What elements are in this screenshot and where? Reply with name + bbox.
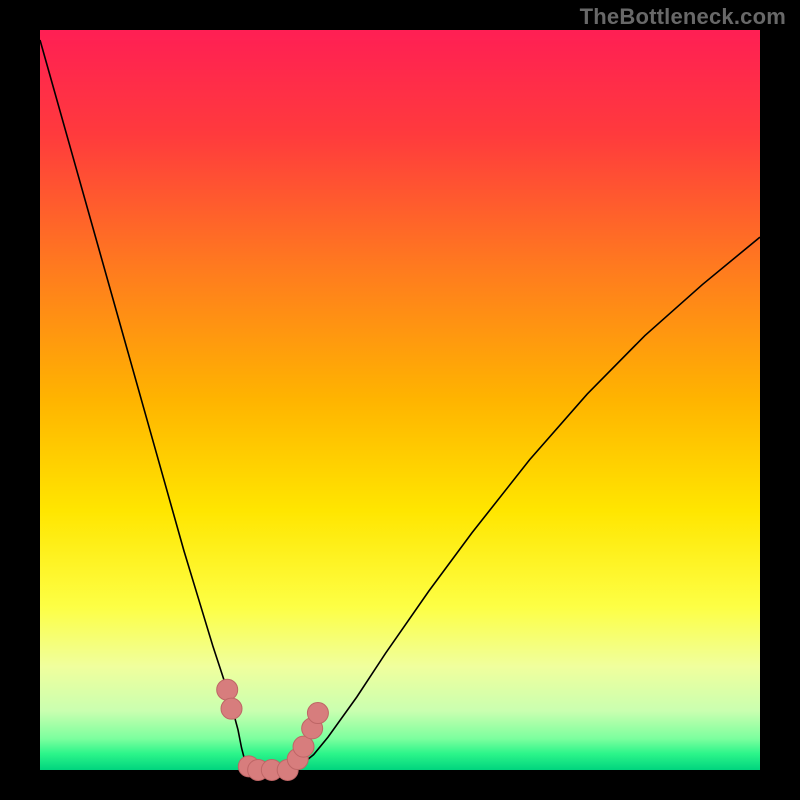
marker-point	[217, 679, 238, 700]
marker-point	[307, 703, 328, 724]
chart-frame: TheBottleneck.com	[0, 0, 800, 800]
marker-point	[221, 698, 242, 719]
plot-background	[40, 30, 760, 770]
watermark-text: TheBottleneck.com	[580, 4, 786, 30]
bottleneck-chart	[0, 0, 800, 800]
